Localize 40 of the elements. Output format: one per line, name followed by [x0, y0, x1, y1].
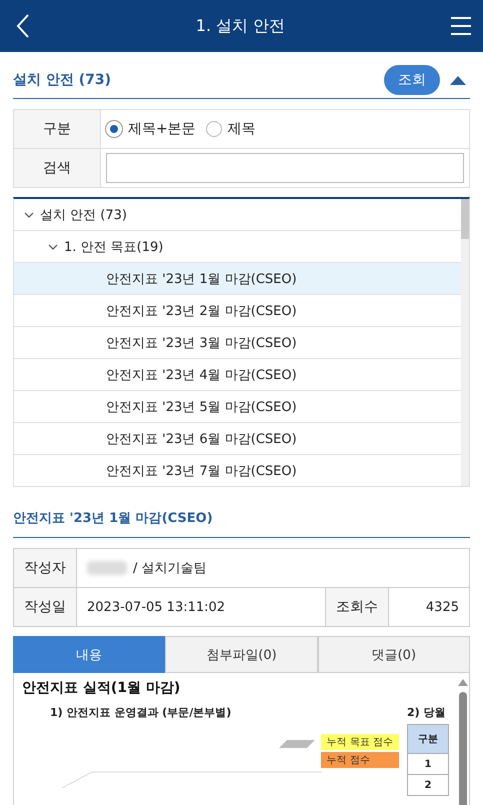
- radio-option[interactable]: 제목+본문: [106, 120, 196, 138]
- field-label: 작성자: [14, 549, 77, 587]
- tab[interactable]: 내용: [13, 636, 166, 673]
- scroll-up-icon[interactable]: [458, 679, 468, 686]
- field-label: 작성일: [14, 588, 77, 626]
- legend-item: 누적 점수: [320, 752, 399, 768]
- tree-item[interactable]: 안전지표 '23년 1월 마감(CSEO): [14, 263, 461, 295]
- author-team: / 설치기술팀: [133, 560, 207, 577]
- menu-icon[interactable]: [451, 17, 471, 35]
- tree-item[interactable]: 안전지표 '23년 2월 마감(CSEO): [14, 295, 461, 327]
- view-count: 4325: [424, 598, 460, 616]
- table-cell: 1: [408, 753, 448, 774]
- tree-item[interactable]: 안전지표 '23년 3월 마감(CSEO): [14, 327, 461, 359]
- scrollbar[interactable]: [461, 199, 469, 486]
- tree-item[interactable]: 안전지표 '23년 5월 마감(CSEO): [14, 391, 461, 423]
- section-title: 설치 안전 (73): [13, 71, 112, 89]
- field-label: 검색: [14, 149, 101, 187]
- chart-heading: 1) 안전지표 운영결과 (부문/본부별): [50, 705, 232, 720]
- blurred-name: [87, 561, 127, 575]
- collapse-icon[interactable]: [450, 75, 466, 85]
- tree-item[interactable]: 안전지표 '23년 4월 마감(CSEO): [14, 359, 461, 391]
- tab[interactable]: 첨부파일(0): [165, 636, 318, 673]
- table-heading: 2) 당월: [407, 705, 447, 720]
- post-date: 2023-07-05 13:11:02: [86, 598, 226, 616]
- tree-item[interactable]: 안전지표 '23년 6월 마감(CSEO): [14, 423, 461, 455]
- search-field[interactable]: [106, 153, 464, 183]
- back-icon[interactable]: [16, 14, 30, 38]
- tree-item[interactable]: 설치 안전 (73): [14, 199, 461, 231]
- field-label: 구분: [14, 110, 101, 148]
- search-button[interactable]: 조회: [384, 65, 440, 95]
- radio-option[interactable]: 제목: [206, 120, 256, 138]
- field-label: 조회수: [325, 588, 389, 626]
- page-title: 1. 설치 안전: [196, 16, 286, 36]
- tab[interactable]: 댓글(0): [318, 636, 470, 673]
- table-cell: 2: [408, 774, 448, 795]
- legend-marker-icon: [278, 740, 315, 748]
- post-title: 안전지표 '23년 1월 마감(CSEO): [13, 509, 470, 538]
- legend-item: 누적 목표 점수: [320, 734, 399, 750]
- table-header: 구분: [408, 725, 448, 753]
- content-title: 안전지표 실적(1월 마감): [22, 679, 182, 697]
